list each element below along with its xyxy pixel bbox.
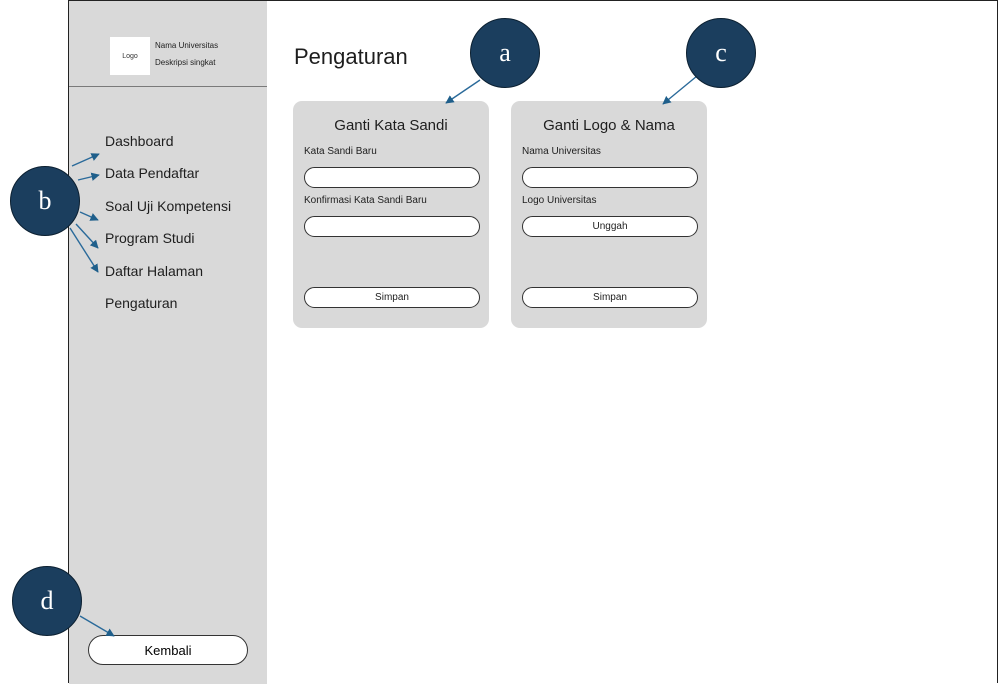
arrow-b-data-pendaftar xyxy=(77,172,100,181)
arrow-b-daftar-halaman xyxy=(69,227,99,273)
annotation-arrows xyxy=(69,75,698,637)
callout-b: b xyxy=(10,166,80,236)
arrow-a xyxy=(445,79,481,104)
callout-d: d xyxy=(12,566,82,636)
arrow-d xyxy=(79,615,115,637)
arrow-c xyxy=(662,75,698,105)
arrow-b-soal xyxy=(79,211,99,221)
arrow-b-dashboard xyxy=(71,153,100,167)
callout-a: a xyxy=(470,18,540,88)
arrow-b-program-studi xyxy=(75,223,99,249)
callout-c: c xyxy=(686,18,756,88)
